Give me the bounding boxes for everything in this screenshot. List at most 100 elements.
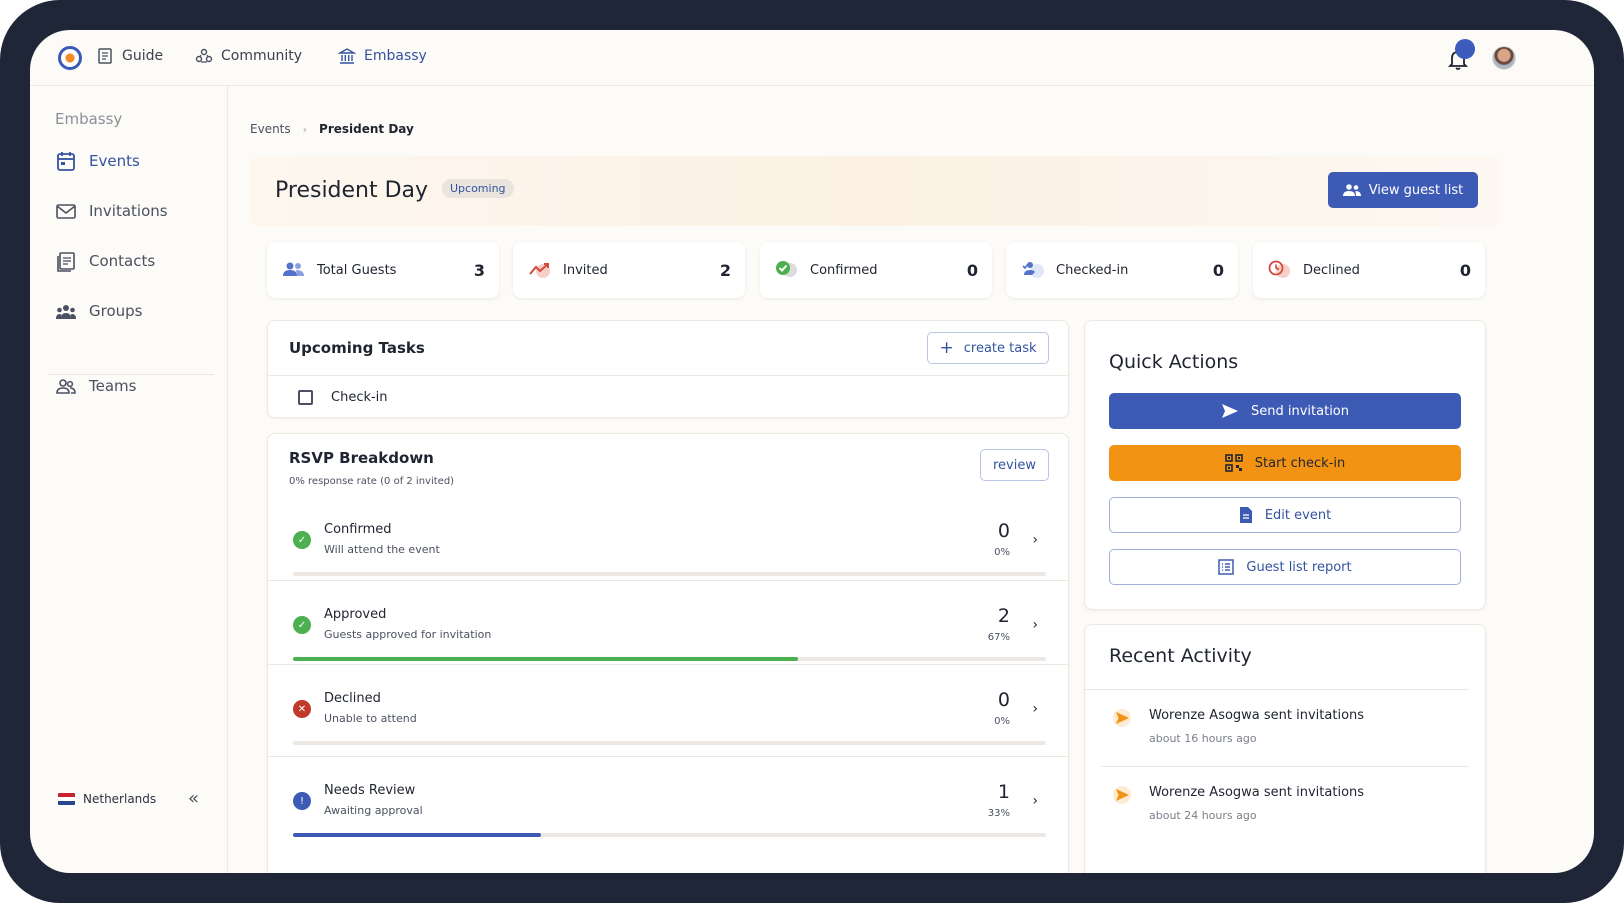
upcoming-tasks-title: Upcoming Tasks (289, 339, 425, 357)
sidebar-item-label: Contacts (89, 252, 156, 270)
qr-code-icon (1224, 454, 1243, 472)
nav-embassy[interactable]: Embassy (338, 47, 427, 65)
stat-label: Confirmed (810, 262, 878, 278)
app-screen: Guide Community Embassy Embassy Events I… (30, 30, 1594, 873)
breadcrumb-separator-icon: › (302, 122, 308, 136)
rsvp-row-percent: 0% (994, 716, 1010, 727)
rsvp-row-count: 1 (997, 781, 1010, 803)
rsvp-row-description: Guests approved for invitation (324, 628, 492, 641)
rsvp-row-percent: 67% (987, 632, 1010, 643)
stat-confirmed: Confirmed 0 (760, 242, 992, 298)
recent-activity-title: Recent Activity (1109, 645, 1252, 667)
view-guest-list-label: View guest list (1368, 182, 1464, 198)
create-task-label: create task (963, 340, 1037, 356)
top-navigation: Guide Community Embassy (30, 30, 1594, 86)
sidebar-item-contacts[interactable]: Contacts (55, 250, 155, 272)
sidebar-item-groups[interactable]: Groups (55, 300, 142, 322)
progress-track (293, 833, 1046, 837)
edit-event-button[interactable]: Edit event (1109, 497, 1461, 533)
chevron-right-icon: › (1032, 617, 1038, 633)
stat-label: Declined (1303, 262, 1360, 278)
people-icon (56, 379, 76, 394)
rsvp-row-confirmed[interactable]: ✓ Confirmed Will attend the event 0 0% › (268, 496, 1068, 580)
rsvp-row-label: Approved (324, 607, 387, 622)
rsvp-row-count: 0 (997, 689, 1010, 711)
rsvp-row-declined[interactable]: ✕ Declined Unable to attend 0 0% › (268, 664, 1068, 748)
event-header: President Day Upcoming View guest list (250, 156, 1502, 226)
rsvp-row-approved[interactable]: ✓ Approved Guests approved for invitatio… (268, 580, 1068, 664)
sidebar-item-label: Invitations (89, 202, 168, 220)
nav-embassy-label: Embassy (364, 48, 427, 64)
rsvp-title: RSVP Breakdown (289, 449, 434, 467)
list-report-icon (1218, 559, 1235, 575)
view-guest-list-button[interactable]: View guest list (1328, 172, 1478, 208)
envelope-icon (56, 204, 76, 219)
activity-item: Worenze Asogwa sent invitations about 16… (1085, 689, 1485, 766)
sidebar-title: Embassy (55, 110, 123, 128)
check-circle-icon (776, 261, 797, 277)
stat-total-guests: Total Guests 3 (267, 242, 499, 298)
nav-guide[interactable]: Guide (96, 47, 163, 65)
users-icon (283, 262, 304, 276)
clock-icon (1268, 260, 1290, 278)
building-icon (338, 48, 356, 64)
send-icon (1113, 786, 1131, 804)
rsvp-response-rate: 0% response rate (0 of 2 invited) (289, 476, 455, 487)
device-frame: Guide Community Embassy Embassy Events I… (0, 0, 1624, 903)
app-logo-icon[interactable] (58, 46, 82, 70)
breadcrumb-current: President Day (319, 122, 414, 136)
review-label: review (993, 457, 1036, 473)
rsvp-row-description: Unable to attend (324, 712, 417, 725)
progress-track (293, 572, 1046, 576)
stat-value: 0 (1212, 260, 1224, 280)
activity-time: about 16 hours ago (1149, 732, 1257, 745)
start-check-in-button[interactable]: Start check-in (1109, 445, 1461, 481)
sidebar-item-events[interactable]: Events (55, 150, 140, 172)
send-icon (1113, 709, 1131, 727)
recent-activity-card: Recent Activity Worenze Asogwa sent invi… (1084, 624, 1486, 873)
quick-actions-card: Quick Actions Send invitation Start chec… (1084, 320, 1486, 610)
stat-declined: Declined 0 (1253, 242, 1485, 298)
chevron-right-icon: › (1032, 532, 1038, 548)
trending-up-icon (529, 263, 550, 278)
rsvp-row-needs-review[interactable]: ! Needs Review Awaiting approval 1 33% › (268, 756, 1068, 840)
create-task-button[interactable]: + create task (927, 332, 1049, 364)
activity-text: Worenze Asogwa sent invitations (1149, 785, 1365, 800)
progress-track (293, 741, 1046, 745)
rsvp-row-count: 0 (997, 520, 1010, 542)
sidebar-item-invitations[interactable]: Invitations (55, 200, 168, 222)
guest-list-report-button[interactable]: Guest list report (1109, 549, 1461, 585)
info-circle-icon: ! (293, 792, 311, 810)
progress-fill (293, 833, 542, 837)
breadcrumb-events-link[interactable]: Events (250, 122, 291, 136)
sidebar-item-teams[interactable]: Teams (55, 375, 136, 397)
task-checkbox[interactable] (298, 390, 313, 405)
page-title: President Day (275, 178, 429, 203)
rsvp-row-description: Awaiting approval (324, 804, 423, 817)
progress-fill (293, 657, 798, 661)
activity-text: Worenze Asogwa sent invitations (1149, 708, 1365, 723)
upcoming-tasks-card: Upcoming Tasks + create task Check-in (267, 320, 1069, 418)
activity-divider (1101, 766, 1469, 767)
rsvp-row-description: Will attend the event (324, 543, 440, 556)
nav-community[interactable]: Community (195, 47, 302, 65)
nav-guide-label: Guide (122, 48, 164, 64)
country-selector[interactable]: Netherlands (58, 792, 156, 806)
user-check-icon (1022, 262, 1044, 278)
people-icon (1342, 184, 1361, 196)
stat-invited: Invited 2 (513, 242, 745, 298)
netherlands-flag-icon (58, 793, 75, 805)
review-button[interactable]: review (980, 449, 1049, 481)
user-avatar[interactable] (1492, 46, 1516, 70)
collapse-sidebar-icon[interactable]: « (188, 788, 199, 809)
stat-label: Total Guests (317, 262, 397, 278)
rsvp-row-percent: 0% (994, 547, 1010, 558)
sidebar-item-label: Groups (89, 302, 143, 320)
stat-value: 2 (719, 260, 731, 280)
activity-item: Worenze Asogwa sent invitations about 24… (1085, 766, 1485, 843)
rsvp-row-label: Needs Review (324, 783, 416, 798)
stat-value: 3 (473, 260, 485, 280)
send-invitation-button[interactable]: Send invitation (1109, 393, 1461, 429)
chevron-right-icon: › (1032, 701, 1038, 717)
stat-checked-in: Checked-in 0 (1006, 242, 1238, 298)
